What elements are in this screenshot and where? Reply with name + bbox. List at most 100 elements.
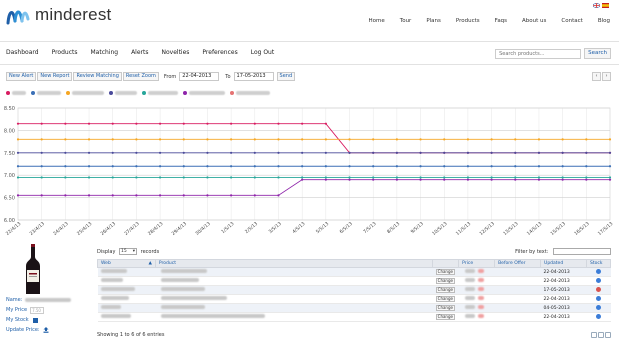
data-point[interactable] (466, 138, 470, 141)
legend-item[interactable] (142, 91, 178, 95)
search-input[interactable] (495, 48, 582, 59)
data-point[interactable] (514, 138, 517, 141)
table-row[interactable]: Change 04-05-2013 (97, 303, 611, 313)
data-point[interactable] (16, 138, 20, 141)
data-point[interactable] (40, 138, 43, 141)
new-alert-button[interactable]: New Alert (6, 72, 37, 81)
data-point[interactable] (490, 176, 493, 179)
change-button[interactable]: Change (435, 269, 455, 275)
main-nav-alerts[interactable]: Alerts (131, 49, 148, 56)
data-point[interactable] (135, 122, 138, 125)
data-point[interactable] (301, 178, 304, 181)
data-point[interactable] (182, 165, 185, 168)
data-point[interactable] (158, 151, 162, 154)
filter-input[interactable] (553, 248, 611, 255)
data-point[interactable] (585, 151, 588, 154)
next-page-icon[interactable] (605, 332, 611, 338)
data-point[interactable] (419, 151, 422, 154)
data-point[interactable] (64, 194, 67, 197)
data-point[interactable] (348, 138, 351, 141)
data-point[interactable] (561, 165, 564, 168)
cell-product[interactable] (155, 276, 433, 286)
legend-item[interactable] (183, 91, 225, 95)
cell-web[interactable] (97, 285, 156, 295)
data-point[interactable] (466, 151, 470, 154)
spain-flag-icon[interactable] (602, 3, 609, 8)
data-point[interactable] (608, 165, 612, 168)
data-point[interactable] (206, 151, 209, 154)
data-point[interactable] (182, 194, 185, 197)
data-point[interactable] (182, 122, 185, 125)
data-point[interactable] (16, 165, 20, 168)
data-point[interactable] (419, 165, 422, 168)
data-point[interactable] (443, 165, 446, 168)
data-point[interactable] (253, 122, 256, 125)
data-point[interactable] (253, 151, 256, 154)
data-point[interactable] (253, 165, 256, 168)
main-nav-preferences[interactable]: Preferences (202, 49, 237, 56)
data-point[interactable] (372, 138, 375, 141)
data-point[interactable] (301, 165, 304, 168)
data-point[interactable] (537, 165, 541, 168)
data-point[interactable] (395, 165, 398, 168)
data-point[interactable] (87, 194, 91, 197)
data-point[interactable] (372, 178, 375, 181)
data-point[interactable] (585, 178, 588, 181)
data-point[interactable] (395, 176, 398, 179)
data-point[interactable] (230, 151, 233, 154)
table-row[interactable]: Change 22-04-2013 (97, 312, 611, 322)
data-point[interactable] (135, 176, 138, 179)
legend-item[interactable] (6, 91, 26, 95)
data-point[interactable] (158, 194, 162, 197)
stock-checkbox[interactable] (32, 317, 38, 323)
data-point[interactable] (206, 138, 209, 141)
data-point[interactable] (537, 151, 541, 154)
review-matching-button[interactable]: Review Matching (73, 72, 122, 81)
top-nav-blog[interactable]: Blog (598, 18, 610, 24)
data-point[interactable] (490, 151, 493, 154)
data-point[interactable] (324, 138, 327, 141)
data-point[interactable] (372, 176, 375, 179)
my-price-input[interactable]: 7.50 (30, 306, 45, 314)
data-point[interactable] (277, 176, 280, 179)
data-point[interactable] (230, 122, 233, 125)
data-point[interactable] (277, 194, 280, 197)
data-point[interactable] (608, 176, 612, 179)
data-point[interactable] (158, 122, 162, 125)
cell-web[interactable] (97, 294, 156, 304)
data-point[interactable] (585, 176, 588, 179)
data-point[interactable] (87, 138, 91, 141)
data-point[interactable] (253, 194, 256, 197)
data-point[interactable] (253, 138, 256, 141)
legend-item[interactable] (31, 91, 61, 95)
data-point[interactable] (253, 176, 256, 179)
table-row[interactable]: Change 22-04-2013 (97, 294, 611, 304)
legend-item[interactable] (230, 91, 270, 95)
col-updated[interactable]: Updated (540, 259, 587, 268)
search-button[interactable]: Search (584, 48, 611, 59)
legend-item[interactable] (109, 91, 137, 95)
price-history-chart[interactable]: 6.006.507.007.508.008.5022/4/13 23/4/13 24… (0, 100, 619, 246)
data-point[interactable] (537, 138, 541, 141)
data-point[interactable] (561, 176, 564, 179)
data-point[interactable] (64, 122, 67, 125)
data-point[interactable] (419, 138, 422, 141)
col-price[interactable]: Price (458, 259, 496, 268)
data-point[interactable] (16, 194, 20, 197)
data-point[interactable] (158, 176, 162, 179)
data-point[interactable] (490, 165, 493, 168)
cell-web[interactable] (97, 312, 156, 322)
data-point[interactable] (40, 194, 43, 197)
data-point[interactable] (64, 165, 67, 168)
data-point[interactable] (206, 194, 209, 197)
table-row[interactable]: Change 17-05-2013 (97, 285, 611, 295)
cell-product[interactable] (155, 267, 433, 277)
data-point[interactable] (206, 122, 209, 125)
main-nav-novelties[interactable]: Novelties (162, 49, 190, 56)
data-point[interactable] (301, 138, 304, 141)
send-button[interactable]: Send (276, 72, 296, 81)
cell-product[interactable] (155, 312, 433, 322)
data-point[interactable] (182, 151, 185, 154)
data-point[interactable] (158, 165, 162, 168)
data-point[interactable] (111, 176, 114, 179)
